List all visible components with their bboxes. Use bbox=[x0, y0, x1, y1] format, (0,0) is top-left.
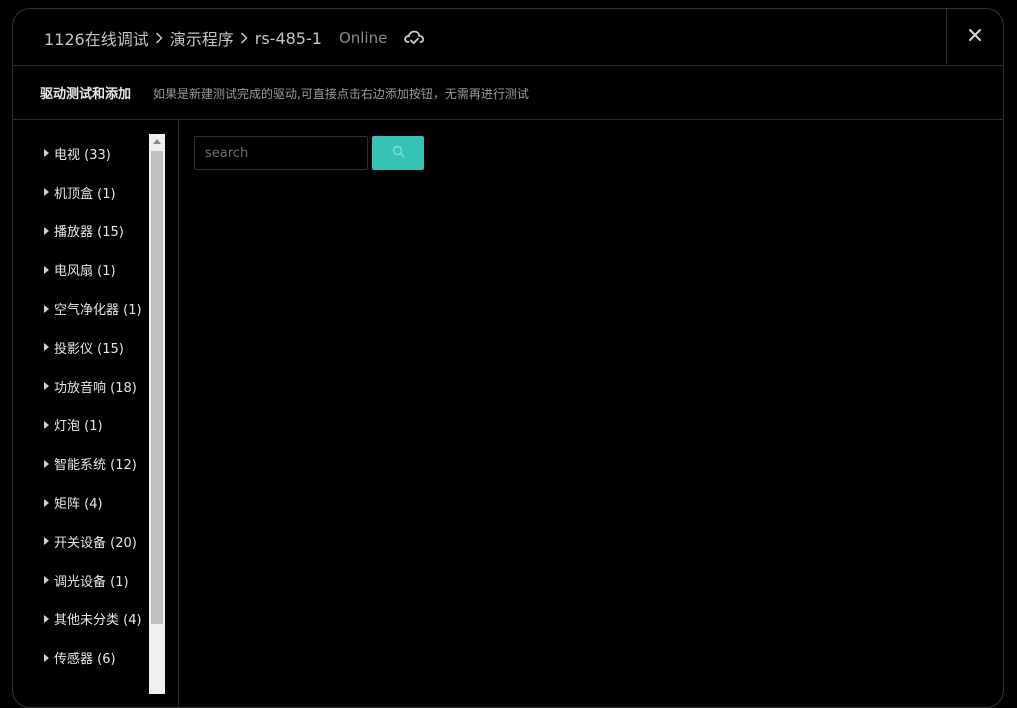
caret-right-icon bbox=[44, 304, 49, 313]
tree-item-label: 投影仪 (15) bbox=[54, 341, 124, 357]
tree-item-tv[interactable]: 电视 (33) bbox=[13, 134, 148, 173]
close-icon bbox=[968, 27, 982, 46]
category-sidebar: 电视 (33) 机顶盒 (1) 播放器 (15) 电风扇 (1) 空气净化器 (… bbox=[13, 120, 179, 707]
section-title: 驱动测试和添加 bbox=[40, 87, 132, 102]
tree-item-player[interactable]: 播放器 (15) bbox=[13, 212, 148, 251]
tree-item-label: 传感器 (6) bbox=[54, 652, 116, 668]
caret-right-icon bbox=[44, 614, 49, 623]
caret-right-icon bbox=[44, 149, 49, 158]
tree-item-matrix[interactable]: 矩阵 (4) bbox=[13, 483, 148, 522]
chevron-right-icon bbox=[240, 29, 248, 48]
tree-item-switch-device[interactable]: 开关设备 (20) bbox=[13, 522, 148, 561]
caret-right-icon bbox=[44, 226, 49, 235]
category-tree: 电视 (33) 机顶盒 (1) 播放器 (15) 电风扇 (1) 空气净化器 (… bbox=[13, 134, 148, 677]
sidebar-scrollbar[interactable] bbox=[149, 134, 165, 694]
tree-item-label: 电视 (33) bbox=[54, 147, 111, 163]
tree-item-label: 灯泡 (1) bbox=[54, 419, 103, 435]
tree-item-label: 功放音响 (18) bbox=[54, 380, 137, 396]
scroll-up-arrow-icon[interactable] bbox=[153, 139, 161, 144]
caret-right-icon bbox=[44, 420, 49, 429]
tree-item-label: 播放器 (15) bbox=[54, 225, 124, 241]
tree-item-projector[interactable]: 投影仪 (15) bbox=[13, 328, 148, 367]
tree-item-settop-box[interactable]: 机顶盒 (1) bbox=[13, 173, 148, 212]
caret-right-icon bbox=[44, 343, 49, 352]
breadcrumb-item-port: rs-485-1 bbox=[254, 28, 322, 48]
caret-right-icon bbox=[44, 537, 49, 546]
tree-item-smart-system[interactable]: 智能系统 (12) bbox=[13, 444, 148, 483]
tree-item-label: 开关设备 (20) bbox=[54, 535, 137, 551]
tree-item-uncategorized[interactable]: 其他未分类 (4) bbox=[13, 600, 148, 639]
driver-test-dialog: 1126在线调试 演示程序 rs-485-1 Online 驱动测试和添加 如果… bbox=[12, 8, 1004, 708]
search-input[interactable] bbox=[194, 136, 368, 170]
close-button[interactable] bbox=[946, 9, 1003, 64]
connection-status: Online bbox=[338, 29, 388, 47]
main-content bbox=[179, 120, 1003, 707]
caret-right-icon bbox=[44, 382, 49, 391]
breadcrumb-item-program[interactable]: 演示程序 bbox=[170, 26, 234, 50]
scrollbar-thumb[interactable] bbox=[151, 151, 163, 624]
caret-right-icon bbox=[44, 265, 49, 274]
dialog-header: 1126在线调试 演示程序 rs-485-1 Online bbox=[13, 9, 1003, 66]
tree-item-label: 机顶盒 (1) bbox=[54, 186, 116, 202]
tree-item-label: 矩阵 (4) bbox=[54, 497, 103, 513]
tree-item-label: 调光设备 (1) bbox=[54, 574, 129, 590]
caret-right-icon bbox=[44, 653, 49, 662]
breadcrumb-item-device[interactable]: 1126在线调试 bbox=[44, 26, 149, 50]
breadcrumb: 1126在线调试 演示程序 rs-485-1 Online bbox=[44, 26, 425, 50]
chevron-right-icon bbox=[155, 29, 163, 48]
caret-right-icon bbox=[44, 498, 49, 507]
section-hint: 如果是新建测试完成的驱动,可直接点击右边添加按钮，无需再进行测试 bbox=[153, 87, 529, 101]
tree-item-fan[interactable]: 电风扇 (1) bbox=[13, 250, 148, 289]
cloud-sync-icon bbox=[403, 29, 425, 47]
tree-item-label: 智能系统 (12) bbox=[54, 458, 137, 474]
tree-item-sensor[interactable]: 传感器 (6) bbox=[13, 638, 148, 677]
search-icon bbox=[392, 145, 405, 161]
tree-item-dimmer-device[interactable]: 调光设备 (1) bbox=[13, 561, 148, 600]
tree-item-label: 其他未分类 (4) bbox=[54, 613, 142, 629]
tree-item-label: 空气净化器 (1) bbox=[54, 303, 142, 319]
tree-item-amplifier[interactable]: 功放音响 (18) bbox=[13, 367, 148, 406]
caret-right-icon bbox=[44, 188, 49, 197]
caret-right-icon bbox=[44, 576, 49, 585]
search-button[interactable] bbox=[372, 136, 424, 170]
tree-item-label: 电风扇 (1) bbox=[54, 264, 116, 280]
caret-right-icon bbox=[44, 459, 49, 468]
tree-item-air-purifier[interactable]: 空气净化器 (1) bbox=[13, 289, 148, 328]
tree-item-bulb[interactable]: 灯泡 (1) bbox=[13, 406, 148, 445]
section-header: 驱动测试和添加 如果是新建测试完成的驱动,可直接点击右边添加按钮，无需再进行测试 bbox=[13, 65, 1003, 120]
